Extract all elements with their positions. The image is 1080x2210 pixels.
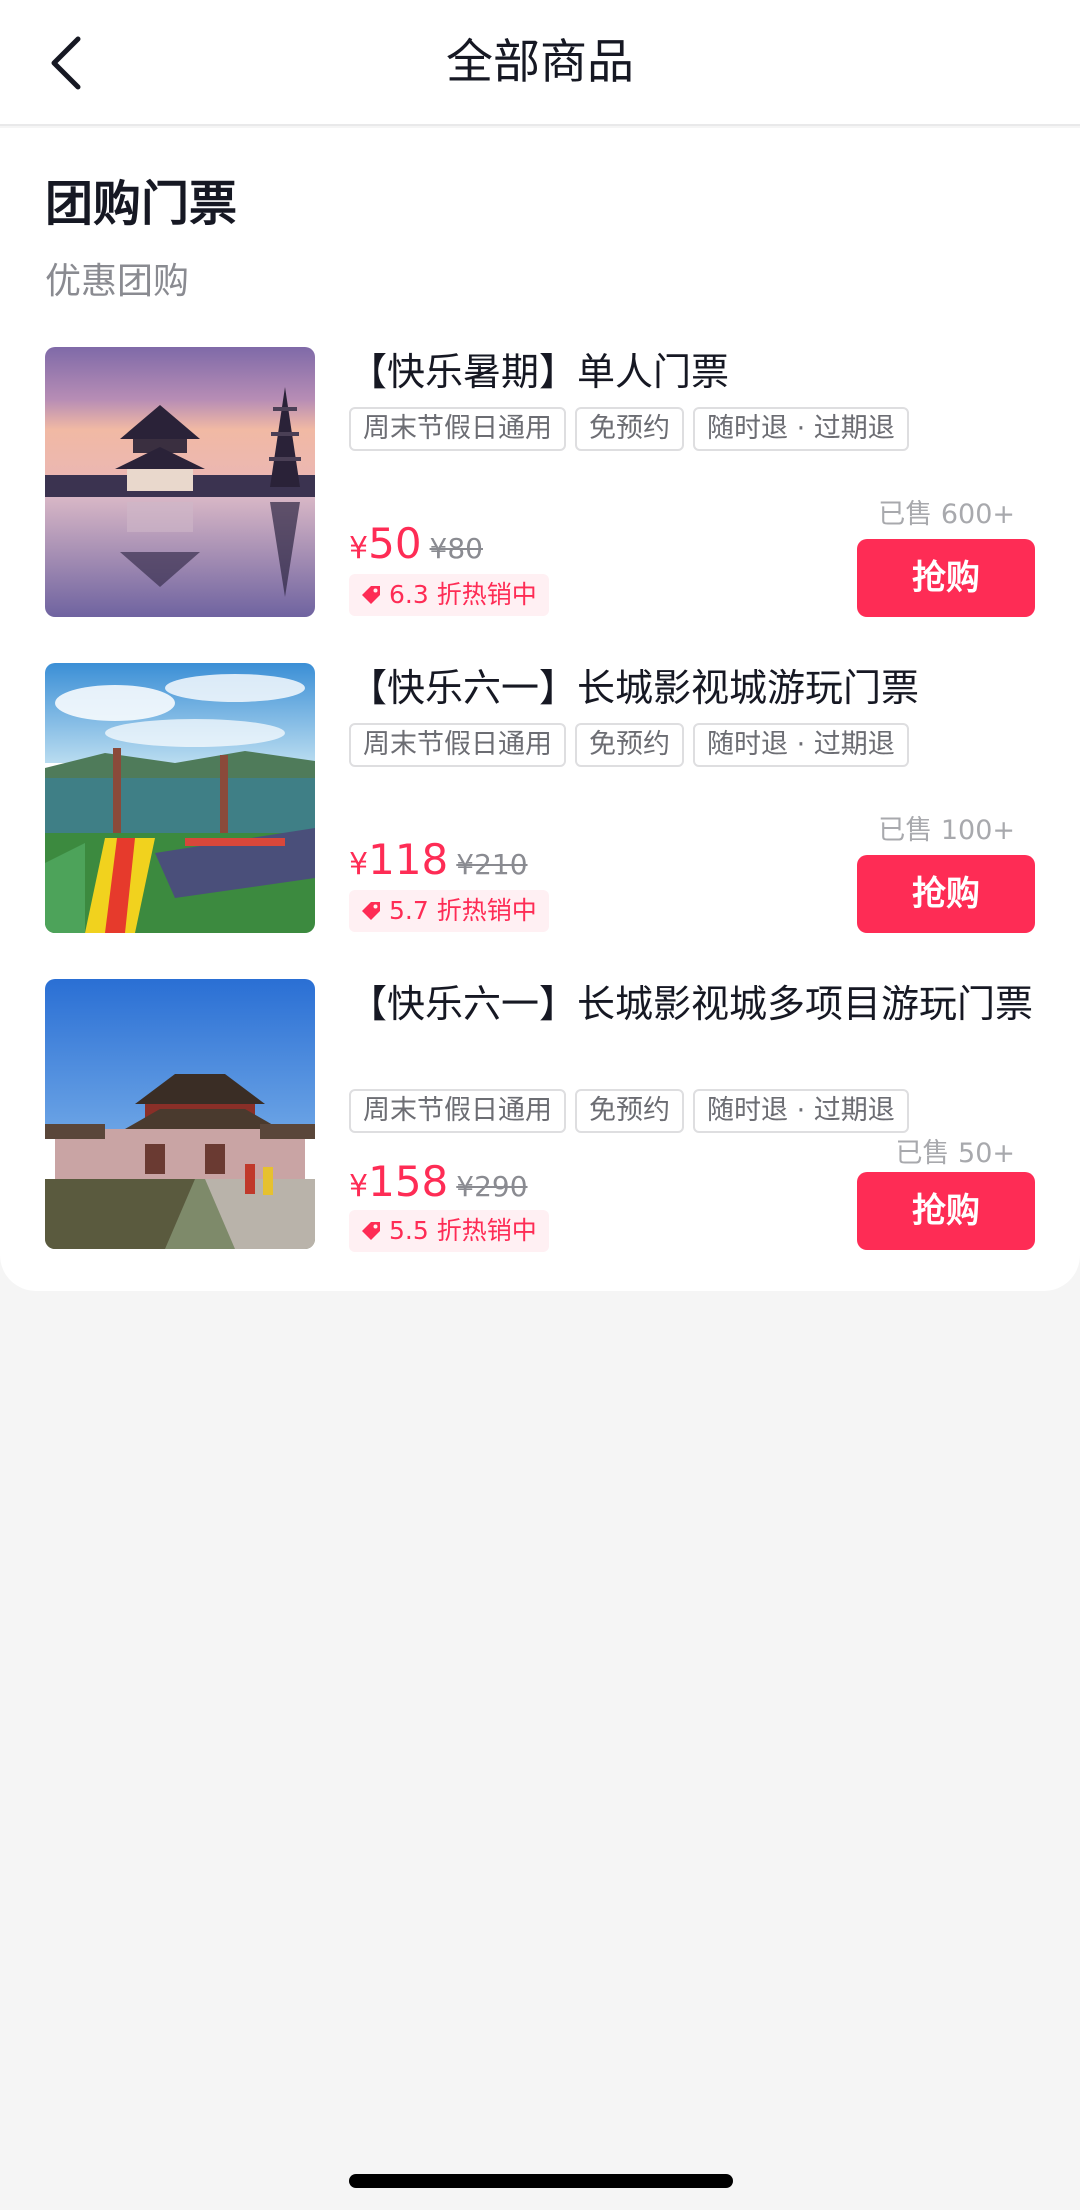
tag: 免预约 <box>575 723 684 767</box>
product-card: 团购门票 优惠团购 【快乐暑期】单人门票 周末节假日通用 免预约 随时退 · 过… <box>0 128 1080 1291</box>
tag: 随时退 · 过期退 <box>693 1089 909 1133</box>
price-row: ¥ 50 ¥80 <box>349 519 483 568</box>
section-subtitle: 优惠团购 <box>45 261 190 302</box>
price: 118 <box>368 835 449 884</box>
discount-badge: 5.5 折热销中 <box>349 1210 549 1252</box>
tag-list: 周末节假日通用 免预约 随时退 · 过期退 <box>349 407 909 451</box>
original-price: ¥210 <box>456 848 528 881</box>
tag: 周末节假日通用 <box>349 1089 566 1133</box>
tag: 随时退 · 过期退 <box>693 407 909 451</box>
home-indicator[interactable] <box>349 2174 733 2188</box>
product-item[interactable]: 【快乐六一】长城影视城游玩门票 周末节假日通用 免预约 随时退 · 过期退 ¥ … <box>45 663 1035 933</box>
price: 50 <box>368 519 422 568</box>
price-tag-icon <box>362 1222 380 1240</box>
section-title: 团购门票 <box>45 176 238 232</box>
price-row: ¥ 158 ¥290 <box>349 1157 528 1206</box>
price-tag-icon <box>362 902 380 920</box>
sold-count: 已售 600+ <box>878 499 1015 530</box>
original-price: ¥80 <box>429 532 483 565</box>
tag: 周末节假日通用 <box>349 723 566 767</box>
buy-button[interactable]: 抢购 <box>857 1172 1035 1250</box>
tag: 免预约 <box>575 407 684 451</box>
discount-text: 5.7 折热销中 <box>389 896 537 925</box>
price-tag-icon <box>362 586 380 604</box>
product-title[interactable]: 【快乐六一】长城影视城多项目游玩门票 <box>349 979 1035 1029</box>
sold-count: 已售 50+ <box>895 1138 1015 1169</box>
price-row: ¥ 118 ¥210 <box>349 835 528 884</box>
sold-count: 已售 100+ <box>878 815 1015 846</box>
nav-bar: 全部商品 <box>0 0 1080 126</box>
tag-list: 周末节假日通用 免预约 随时退 · 过期退 <box>349 1089 909 1133</box>
product-item[interactable]: 【快乐六一】长城影视城多项目游玩门票 周末节假日通用 免预约 随时退 · 过期退… <box>45 979 1035 1252</box>
page-title: 全部商品 <box>446 35 634 90</box>
discount-text: 6.3 折热销中 <box>389 580 537 609</box>
product-image[interactable] <box>45 663 315 933</box>
tag: 随时退 · 过期退 <box>693 723 909 767</box>
price: 158 <box>368 1157 449 1206</box>
product-title[interactable]: 【快乐六一】长城影视城游玩门票 <box>349 663 1035 713</box>
currency-symbol: ¥ <box>349 1169 369 1204</box>
buy-button[interactable]: 抢购 <box>857 855 1035 933</box>
currency-symbol: ¥ <box>349 847 369 882</box>
tag: 免预约 <box>575 1089 684 1133</box>
discount-badge: 6.3 折热销中 <box>349 574 549 616</box>
discount-badge: 5.7 折热销中 <box>349 890 549 932</box>
currency-symbol: ¥ <box>349 531 369 566</box>
buy-button[interactable]: 抢购 <box>857 539 1035 617</box>
product-title[interactable]: 【快乐暑期】单人门票 <box>349 347 1035 397</box>
discount-text: 5.5 折热销中 <box>389 1216 537 1245</box>
tag: 周末节假日通用 <box>349 407 566 451</box>
product-item[interactable]: 【快乐暑期】单人门票 周末节假日通用 免预约 随时退 · 过期退 ¥ 50 ¥8… <box>45 347 1035 617</box>
tag-list: 周末节假日通用 免预约 随时退 · 过期退 <box>349 723 909 767</box>
product-image[interactable] <box>45 979 315 1249</box>
product-image[interactable] <box>45 347 315 617</box>
original-price: ¥290 <box>456 1170 528 1203</box>
